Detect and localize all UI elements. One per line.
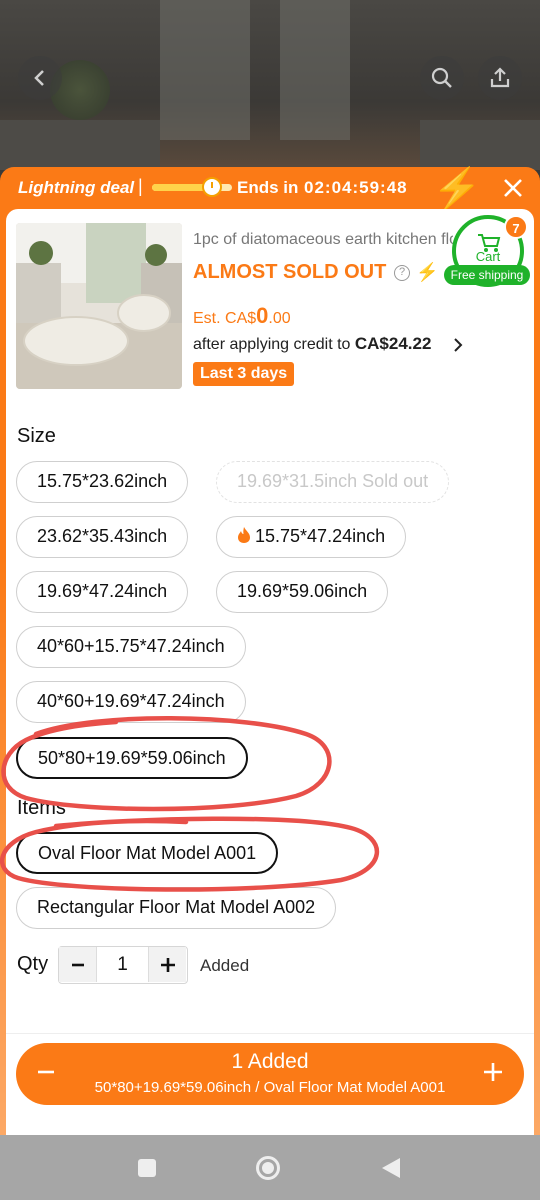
- size-option[interactable]: 40*60+15.75*47.24inch: [16, 626, 246, 668]
- home-icon[interactable]: [255, 1155, 281, 1181]
- back-button[interactable]: [18, 56, 62, 100]
- size-label: Size: [17, 425, 56, 447]
- size-option-sold-out: 19.69*31.5inch Sold out: [216, 461, 450, 503]
- qty-label: Qty: [17, 953, 49, 975]
- close-icon[interactable]: [498, 173, 528, 203]
- divider: [6, 1033, 534, 1034]
- size-option-label: 50*80+19.69*59.06inch: [38, 748, 226, 768]
- product-title[interactable]: 1pc of diatomaceous earth kitchen floor …: [193, 231, 453, 249]
- deal-progress-fill: [152, 184, 208, 191]
- lightning-deal-label: Lightning deal: [18, 178, 135, 197]
- search-icon: [431, 67, 452, 88]
- background-cabinet: [420, 120, 540, 170]
- size-option[interactable]: 40*60+19.69*47.24inch: [16, 681, 246, 723]
- cta-selection-summary: 50*80+19.69*59.06inch / Oval Floor Mat M…: [94, 1079, 446, 1096]
- item-option-selected[interactable]: Oval Floor Mat Model A001: [16, 832, 279, 874]
- cart-label: Cart: [475, 249, 501, 264]
- deal-separator: |: [138, 176, 143, 196]
- size-option-label: 19.69*47.24inch: [37, 581, 168, 601]
- size-option[interactable]: 19.69*59.06inch: [216, 571, 389, 613]
- size-option[interactable]: 23.62*35.43inch: [16, 516, 189, 558]
- help-icon[interactable]: ?: [394, 265, 410, 281]
- share-icon: [490, 67, 510, 88]
- size-option-label: 19.69*59.06inch: [237, 581, 368, 601]
- size-option-hot[interactable]: 15.75*47.24inch: [216, 516, 407, 558]
- qty-decrease-button[interactable]: [59, 947, 97, 982]
- item-option-label: Rectangular Floor Mat Model A002: [37, 897, 316, 917]
- sku-selector-sheet: Lightning deal | Ends in 02:04:59:48 ⚡ 1…: [0, 167, 540, 1135]
- size-option-label: 15.75*47.24inch: [255, 526, 386, 546]
- qty-value[interactable]: 1: [97, 954, 148, 976]
- size-option-label: 40*60+19.69*47.24inch: [37, 691, 225, 711]
- cart-button[interactable]: Cart 7 Free shipping: [444, 213, 530, 291]
- sku-card: 1pc of diatomaceous earth kitchen floor …: [0, 209, 534, 1135]
- cta-main-label: 1 Added: [231, 1050, 309, 1073]
- item-option[interactable]: Rectangular Floor Mat Model A002: [16, 887, 337, 929]
- stock-status: ALMOST SOLD OUT: [193, 261, 387, 283]
- product-thumbnail[interactable]: [16, 223, 182, 389]
- lightning-deal-bar: Lightning deal | Ends in 02:04:59:48 ⚡: [0, 167, 540, 209]
- qty-added-status: Added: [200, 956, 250, 975]
- kitchen-mat-image: [16, 223, 182, 389]
- credit-info[interactable]: after applying credit to CA$24.22: [193, 334, 431, 354]
- size-option[interactable]: 15.75*23.62inch: [16, 461, 189, 503]
- background-window: [160, 0, 250, 140]
- cart-count-badge: 7: [504, 215, 528, 239]
- background-cabinet: [0, 120, 160, 170]
- size-option-label: 23.62*35.43inch: [37, 526, 168, 546]
- plus-icon: [160, 957, 175, 972]
- last-days-badge: Last 3 days: [193, 362, 295, 386]
- deal-countdown: 02:04:59:48: [304, 178, 408, 197]
- sold-out-label: Sold out: [362, 471, 429, 491]
- size-option-selected[interactable]: 50*80+19.69*59.06inch: [16, 737, 248, 779]
- credit-text: after applying credit to: [193, 336, 355, 353]
- background-window: [280, 0, 350, 140]
- added-to-cart-bar[interactable]: 1 Added 50*80+19.69*59.06inch / Oval Flo…: [16, 1043, 524, 1105]
- chevron-right-icon[interactable]: [452, 336, 464, 354]
- chevron-left-icon: [34, 70, 44, 86]
- back-triangle-icon[interactable]: [378, 1155, 404, 1181]
- clock-icon: [202, 177, 222, 197]
- qty-increase-button[interactable]: [148, 947, 186, 982]
- system-navigation-bar: [0, 1135, 540, 1200]
- recents-icon[interactable]: [134, 1155, 160, 1181]
- minus-icon: [71, 963, 84, 966]
- estimated-price: Est. CA$0.00: [193, 303, 291, 329]
- size-option-label: 40*60+15.75*47.24inch: [37, 636, 225, 656]
- free-shipping-badge: Free shipping: [444, 265, 530, 285]
- deal-ends-label: Ends in: [237, 178, 299, 197]
- credit-amount: CA$24.22: [354, 334, 432, 353]
- cta-plus-icon[interactable]: [482, 1057, 504, 1087]
- items-label: Items: [17, 797, 66, 819]
- est-price-prefix: Est. CA$: [193, 310, 257, 327]
- flame-icon: [238, 527, 250, 543]
- est-price-value: 0: [256, 303, 269, 328]
- lightning-icon: ⚡: [416, 262, 439, 282]
- lightning-decoration-icon: ⚡: [432, 167, 482, 211]
- est-price-cents: .00: [268, 310, 291, 327]
- item-option-label: Oval Floor Mat Model A001: [38, 843, 257, 863]
- size-option[interactable]: 19.69*47.24inch: [16, 571, 189, 613]
- share-button[interactable]: [478, 56, 522, 100]
- size-option-label: 19.69*31.5inch: [237, 471, 358, 491]
- search-button[interactable]: [420, 56, 464, 100]
- quantity-stepper: 1: [58, 946, 188, 984]
- size-option-label: 15.75*23.62inch: [37, 471, 168, 491]
